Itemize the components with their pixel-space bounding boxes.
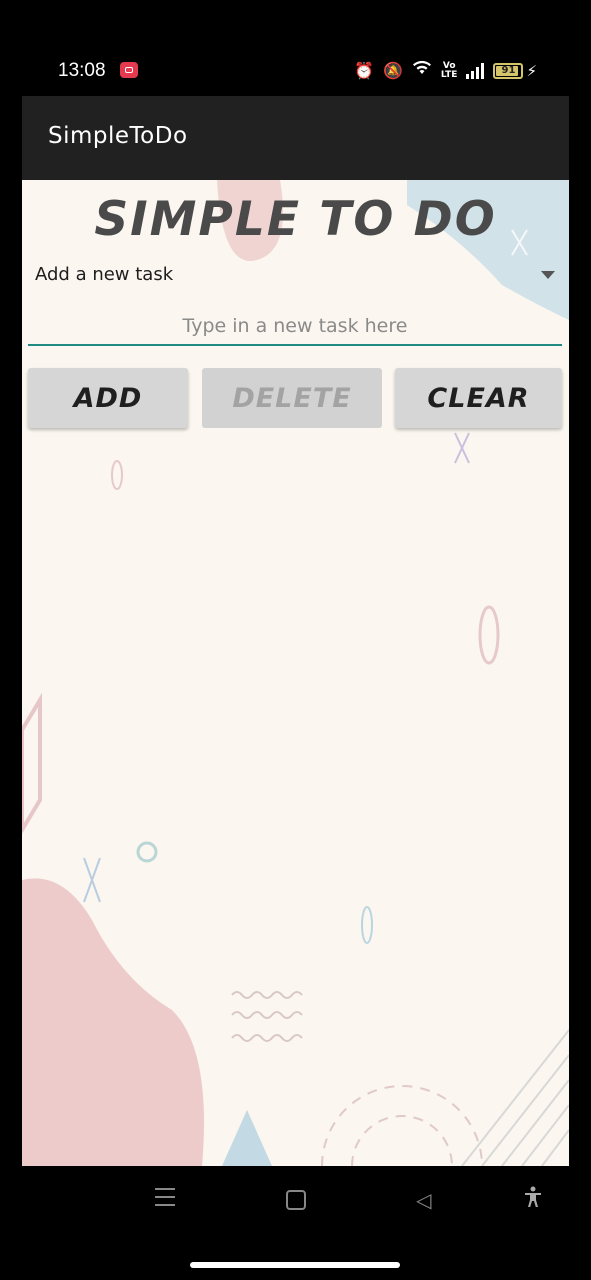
new-task-input[interactable] [28, 308, 562, 346]
task-dropdown[interactable]: Add a new task [35, 262, 555, 292]
home-icon[interactable] [286, 1190, 306, 1210]
menu-icon[interactable] [155, 1188, 175, 1212]
volte-icon: Vo LTE [440, 61, 458, 80]
dropdown-selected-value: Add a new task [35, 264, 174, 285]
status-time: 13:08 [58, 60, 106, 81]
accessibility-icon[interactable] [524, 1186, 542, 1214]
silent-bell-icon: 🔕 [382, 60, 403, 80]
status-icons: ⏰ 🔕 Vo LTE 91 ⚡ [354, 60, 537, 81]
clear-button[interactable]: CLEAR [395, 368, 562, 428]
app-bar: SimpleToDo [22, 96, 569, 180]
battery-level: 91 [501, 65, 516, 76]
screen-record-icon [120, 62, 138, 78]
status-bar: 13:08 ⏰ 🔕 Vo LTE 91 ⚡ [0, 0, 591, 96]
volte-bottom-text: LTE [440, 69, 458, 80]
main-content: SIMPLE TO DO Add a new task ADD DELETE C… [22, 180, 569, 1166]
page-heading: SIMPLE TO DO [94, 192, 497, 247]
delete-button[interactable]: DELETE [202, 368, 382, 428]
alarm-icon: ⏰ [354, 60, 374, 80]
signal-icon [466, 62, 485, 79]
dropdown-arrow-icon [541, 271, 555, 279]
back-icon[interactable]: ◁ [416, 1188, 431, 1212]
wifi-icon [412, 60, 432, 81]
battery-icon: 91 [493, 62, 524, 79]
charging-icon: ⚡ [526, 61, 537, 80]
home-indicator[interactable] [190, 1262, 400, 1268]
app-title: SimpleToDo [48, 123, 188, 149]
add-button[interactable]: ADD [28, 368, 188, 428]
navigation-bar: ◁ [0, 1166, 591, 1280]
